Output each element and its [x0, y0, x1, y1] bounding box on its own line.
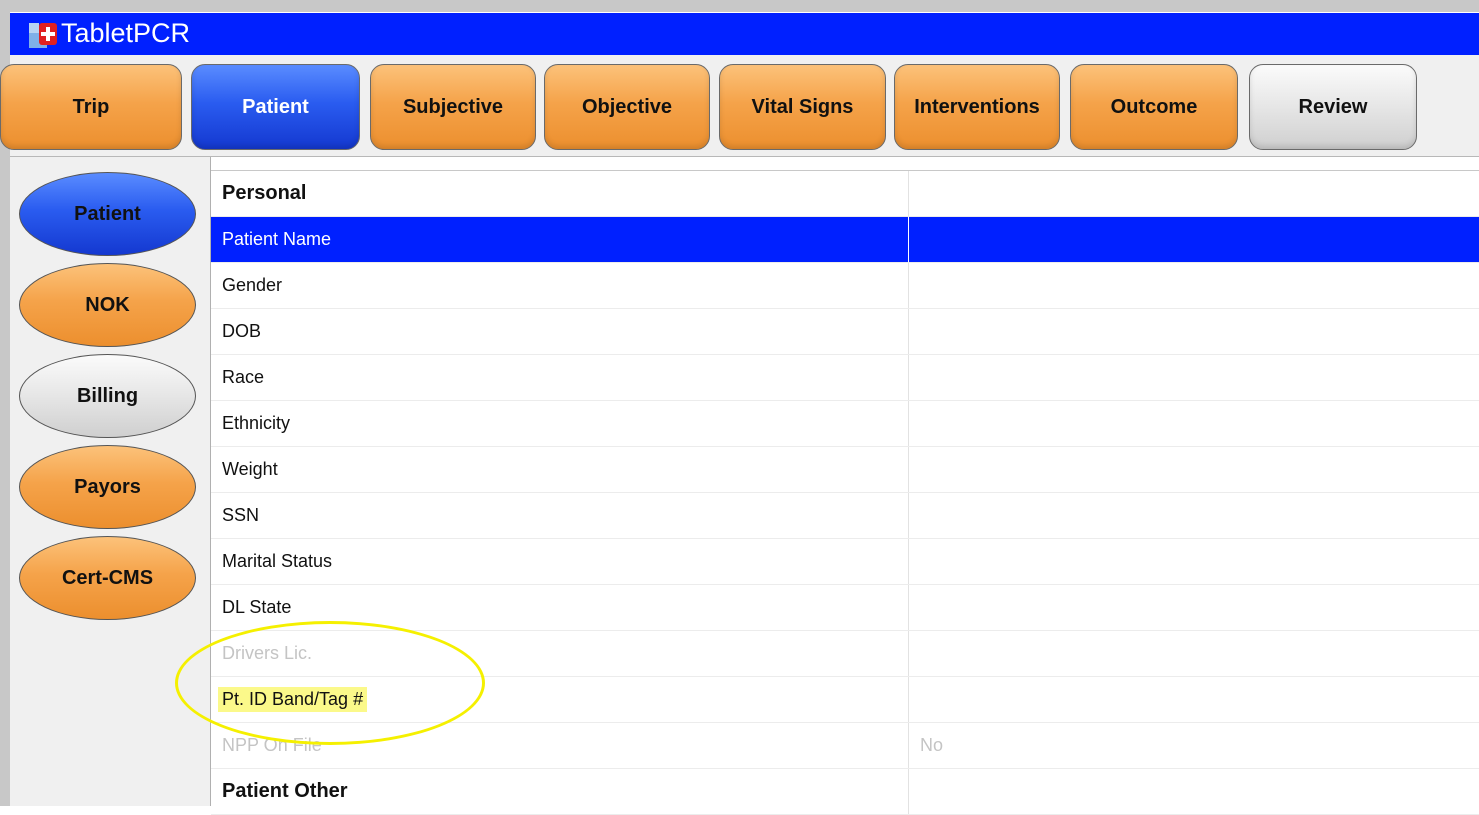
tab-objective[interactable]: Objective: [544, 64, 710, 150]
tab-label: Patient: [242, 95, 309, 118]
grid-row[interactable]: Marital Status: [211, 539, 1479, 585]
grid-row-value[interactable]: [910, 309, 1479, 354]
grid-row-label-text: Drivers Lic.: [222, 643, 313, 663]
grid-row-label-text: NPP On File: [222, 735, 322, 755]
patient-property-grid: Personal Patient Name Gender DOB Race Ethnici…: [211, 170, 1479, 815]
grid-row-label-text: Marital Status: [222, 551, 333, 571]
grid-row-label: Ethnicity: [211, 401, 909, 446]
grid-row-value[interactable]: [910, 677, 1479, 722]
tab-trip[interactable]: Trip: [0, 64, 182, 150]
side-nav: Patient NOK Billing Payors Cert-CMS: [10, 157, 211, 806]
grid-row-value[interactable]: [910, 493, 1479, 538]
grid-row[interactable]: Weight: [211, 447, 1479, 493]
grid-row-value[interactable]: [910, 217, 1479, 262]
tab-outcome[interactable]: Outcome: [1070, 64, 1238, 150]
tab-label: Outcome: [1110, 95, 1198, 118]
side-nav-label: Billing: [76, 384, 139, 407]
grid-row-value: [910, 171, 1479, 216]
tab-label: Objective: [581, 95, 673, 118]
side-nav-label: NOK: [85, 293, 130, 316]
tab-patient[interactable]: Patient: [191, 64, 360, 150]
grid-row[interactable]: Pt. ID Band/Tag #: [211, 677, 1479, 723]
tabletpcr-app-icon: [29, 23, 57, 48]
grid-row-label: Weight: [211, 447, 909, 492]
grid-row-label-text: DL State: [222, 597, 292, 617]
tab-interventions[interactable]: Interventions: [894, 64, 1060, 150]
grid-row-label: DL State: [211, 585, 909, 630]
side-nav-label: Payors: [74, 475, 141, 498]
grid-row-value[interactable]: [910, 401, 1479, 446]
tab-subjective[interactable]: Subjective: [370, 64, 536, 150]
grid-row-label-text: Pt. ID Band/Tag #: [218, 687, 368, 712]
grid-row[interactable]: Gender: [211, 263, 1479, 309]
tab-label: Subjective: [402, 95, 504, 118]
grid-row-label: Gender: [211, 263, 909, 308]
window-frame-top: [0, 0, 1479, 12]
grid-row[interactable]: Race: [211, 355, 1479, 401]
side-nav-nok[interactable]: NOK: [19, 263, 196, 347]
grid-row-label: Marital Status: [211, 539, 909, 584]
grid-row-label: SSN: [211, 493, 909, 538]
grid-row-value[interactable]: [910, 447, 1479, 492]
grid-row-label: Drivers Lic.: [211, 631, 909, 676]
grid-row-label-text: Weight: [222, 459, 278, 479]
grid-row-label-text: DOB: [222, 321, 262, 341]
grid-row-label-text: Race: [222, 367, 265, 387]
grid-row[interactable]: NPP On File No: [211, 723, 1479, 769]
tab-label: Interventions: [914, 95, 1040, 118]
tab-review[interactable]: Review: [1249, 64, 1417, 150]
side-nav-payors[interactable]: Payors: [19, 445, 196, 529]
grid-row[interactable]: SSN: [211, 493, 1479, 539]
grid-row-label: Pt. ID Band/Tag #: [211, 677, 909, 722]
grid-row-label: Patient Name: [211, 217, 909, 262]
top-tab-bar: Trip Patient Subjective Objective Vital …: [0, 55, 1479, 157]
side-nav-label: Cert-CMS: [61, 566, 154, 589]
grid-row-label-text: Patient Other: [222, 780, 348, 802]
title-bar: TabletPCR: [10, 13, 1479, 55]
grid-row-label: NPP On File: [211, 723, 909, 768]
tab-label: Trip: [72, 95, 110, 118]
grid-row-label: DOB: [211, 309, 909, 354]
grid-section-header: Patient Other: [211, 769, 1479, 815]
side-nav-cert-cms[interactable]: Cert-CMS: [19, 536, 196, 620]
grid-row-value[interactable]: [910, 585, 1479, 630]
grid-row[interactable]: DOB: [211, 309, 1479, 355]
grid-row[interactable]: Drivers Lic.: [211, 631, 1479, 677]
grid-row-value: [910, 769, 1479, 814]
grid-row[interactable]: Patient Name: [211, 217, 1479, 263]
grid-row-value[interactable]: No: [910, 723, 1479, 768]
tab-label: Review: [1298, 95, 1368, 118]
grid-row-value[interactable]: [910, 263, 1479, 308]
tab-label: Vital Signs: [751, 95, 854, 118]
grid-row-label-text: Gender: [222, 275, 283, 295]
grid-row-value[interactable]: [910, 631, 1479, 676]
grid-row[interactable]: Ethnicity: [211, 401, 1479, 447]
grid-row-value[interactable]: [910, 355, 1479, 400]
grid-row-label-text: SSN: [222, 505, 260, 525]
grid-row-label: Patient Other: [211, 769, 909, 814]
side-nav-billing[interactable]: Billing: [19, 354, 196, 438]
grid-row-label: Race: [211, 355, 909, 400]
side-nav-patient[interactable]: Patient: [19, 172, 196, 256]
tab-vital-signs[interactable]: Vital Signs: [719, 64, 886, 150]
grid-row-label: Personal: [211, 171, 909, 216]
grid-row[interactable]: DL State: [211, 585, 1479, 631]
side-nav-label: Patient: [74, 202, 141, 225]
grid-row-value[interactable]: [910, 539, 1479, 584]
app-title: TabletPCR: [61, 18, 191, 48]
grid-row-label-text: Personal: [222, 182, 307, 204]
grid-section-header: Personal: [211, 171, 1479, 217]
grid-row-label-text: Ethnicity: [222, 413, 291, 433]
grid-row-label-text: Patient Name: [222, 229, 332, 249]
